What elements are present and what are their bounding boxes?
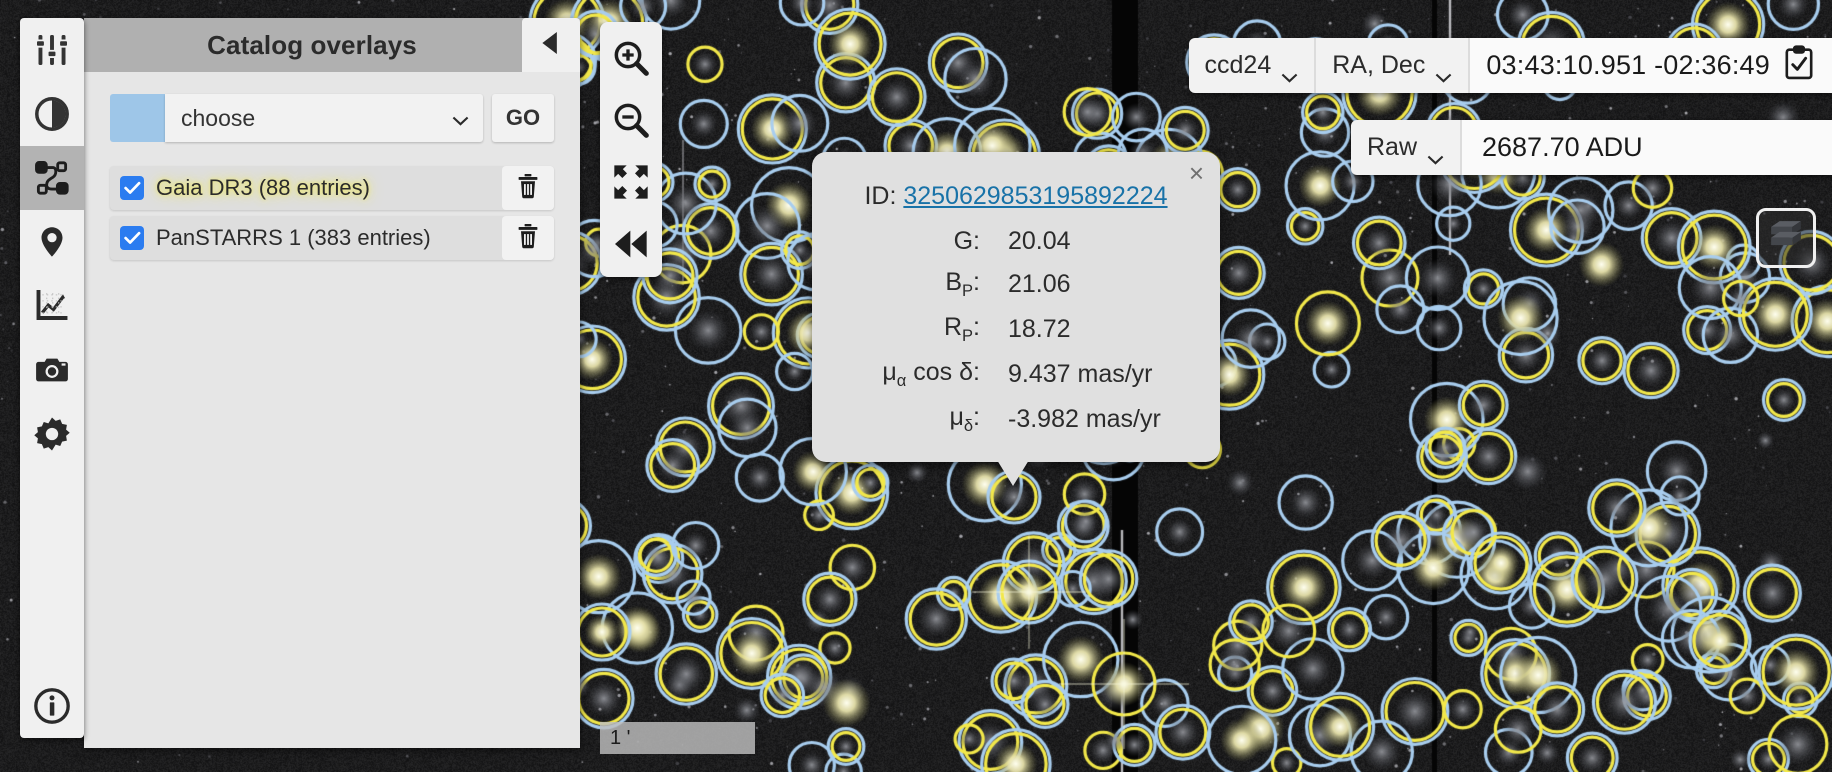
catalog-overlays-panel: Catalog overlays choose GO Gaia DR3 (88 … (84, 18, 580, 748)
fit-to-screen-icon (611, 162, 651, 207)
catalog-chooser-row: choose GO (110, 94, 554, 142)
tooltip-arrow (997, 460, 1029, 486)
chevron-down-icon (1281, 61, 1298, 83)
catalog-label-panstarrs-1: PanSTARRS 1 (383 entries) (156, 225, 431, 250)
value-mode-value: Raw (1366, 133, 1417, 161)
table-row: μδ: -3.982 mas/yr (834, 397, 1198, 442)
catalog-checkbox-panstarrs-1[interactable] (120, 226, 144, 250)
prop-value-g: 20.04 (1008, 227, 1071, 255)
chevron-down-icon (1435, 61, 1452, 83)
contrast-icon (33, 95, 71, 133)
coordinate-toolbar: ccd24 RA, Dec 03:43:10.951 -02:36:49 (1188, 38, 1832, 93)
prop-key-pmdec: μδ: (949, 403, 980, 435)
panel-collapse-button[interactable] (522, 18, 580, 72)
table-row: μα cos δ: 9.437 mas/yr (834, 352, 1198, 397)
prop-key-g: G: (953, 227, 980, 255)
rail-item-sliders[interactable] (20, 18, 84, 82)
coordinate-value: 03:43:10.951 -02:36:49 (1486, 50, 1770, 80)
pixel-value-box: 2687.70 ADU (1462, 120, 1832, 175)
scale-bar-label: 1 ' (610, 726, 631, 749)
catalog-color-swatch[interactable] (110, 94, 165, 142)
value-mode-selector[interactable]: Raw (1351, 120, 1462, 175)
rail-item-plots[interactable] (20, 274, 84, 338)
ccd-selector[interactable]: ccd24 (1189, 38, 1317, 93)
catalog-checkbox-gaia-dr3[interactable] (120, 176, 144, 200)
rail-item-settings[interactable] (20, 402, 84, 466)
catalog-row-gaia-dr3: Gaia DR3 (88 entries) (110, 166, 554, 210)
rewind-icon (611, 224, 651, 269)
rail-item-catalog-overlays[interactable] (20, 146, 84, 210)
panel-header: Catalog overlays (84, 18, 580, 72)
scale-bar: 1 ' (600, 722, 755, 754)
clipboard-check-icon (1782, 45, 1816, 86)
pixel-value-toolbar: Raw 2687.70 ADU (1350, 120, 1832, 175)
zoom-tool-strip (600, 22, 662, 277)
table-row: BP: 21.06 (834, 262, 1198, 307)
prop-value-pmdec: -3.982 mas/yr (1008, 405, 1161, 433)
page-title: Catalog overlays (207, 29, 417, 60)
catalog-row-panstarrs-1: PanSTARRS 1 (383 entries) (110, 216, 554, 260)
prop-value-pmra: 9.437 mas/yr (1008, 360, 1153, 388)
catalog-select-value: choose (181, 104, 256, 131)
go-button[interactable]: GO (492, 94, 554, 142)
zoom-in-button[interactable] (607, 36, 655, 84)
coord-system-value: RA, Dec (1332, 51, 1426, 79)
chevron-down-icon (1427, 143, 1444, 165)
trash-icon (516, 173, 540, 204)
ccd-selector-value: ccd24 (1204, 51, 1272, 79)
star-id-row: ID: 3250629853195892224 (834, 182, 1198, 211)
pixel-value: 2687.70 ADU (1482, 132, 1643, 162)
panel-body: choose GO Gaia DR3 (88 entries) PanSTARR… (84, 72, 580, 748)
chevron-left-icon (537, 27, 565, 64)
prop-value-rp: 18.72 (1008, 315, 1071, 343)
reset-view-button[interactable] (607, 222, 655, 270)
star-properties-table: G: 20.04 BP: 21.06 RP: 18.72 μα cos δ: 9… (834, 221, 1198, 442)
prop-value-bp: 21.06 (1008, 270, 1071, 298)
star-info-tooltip: × ID: 3250629853195892224 G: 20.04 BP: 2… (812, 152, 1220, 486)
left-tool-rail (20, 18, 84, 738)
catalog-select[interactable]: choose (165, 94, 483, 142)
coordinate-value-box: 03:43:10.951 -02:36:49 (1470, 38, 1832, 93)
zoom-out-icon (611, 100, 651, 145)
viewer-root: Catalog overlays choose GO Gaia DR3 (88 … (0, 0, 1832, 772)
rail-item-markers[interactable] (20, 210, 84, 274)
chart-icon (34, 288, 70, 324)
pin-icon (34, 224, 70, 260)
zoom-in-icon (611, 38, 651, 83)
rail-item-info[interactable] (20, 674, 84, 738)
rail-item-contrast[interactable] (20, 82, 84, 146)
star-id-label: ID: (864, 182, 897, 210)
catalog-overlay-icon (33, 159, 71, 197)
coord-system-selector[interactable]: RA, Dec (1316, 38, 1471, 93)
copy-coordinates-button[interactable] (1776, 45, 1822, 86)
catalog-delete-panstarrs-1[interactable] (502, 216, 554, 260)
close-icon[interactable]: × (1189, 160, 1204, 186)
prop-key-bp: BP: (945, 268, 980, 300)
catalog-label-gaia-dr3: Gaia DR3 (88 entries) (156, 175, 370, 200)
table-row: RP: 18.72 (834, 307, 1198, 352)
zoom-to-fit-button[interactable] (607, 160, 655, 208)
camera-icon (34, 352, 70, 388)
zoom-out-button[interactable] (607, 98, 655, 146)
gear-icon (33, 415, 71, 453)
catalog-list: Gaia DR3 (88 entries) PanSTARRS 1 (383 e… (110, 166, 554, 260)
layers-cube-icon (1767, 217, 1805, 260)
prop-key-pmra: μα cos δ: (882, 358, 980, 390)
chevron-down-icon (452, 113, 469, 126)
trash-icon (516, 223, 540, 254)
catalog-delete-gaia-dr3[interactable] (502, 166, 554, 210)
table-row: G: 20.04 (834, 221, 1198, 262)
star-id-link[interactable]: 3250629853195892224 (903, 182, 1167, 210)
info-icon (32, 686, 72, 726)
layers-button[interactable] (1756, 208, 1816, 268)
rail-item-snapshot[interactable] (20, 338, 84, 402)
prop-key-rp: RP: (943, 313, 980, 345)
sliders-icon (34, 32, 70, 68)
